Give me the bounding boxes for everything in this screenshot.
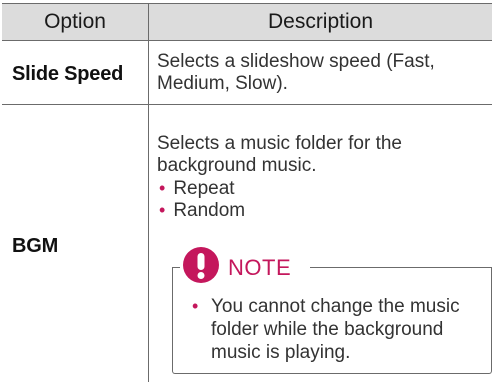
option-bgm: BGM <box>12 235 59 257</box>
note-text: You cannot change the music folder while… <box>211 296 460 363</box>
header-bottom-rule <box>2 40 492 41</box>
note-title: NOTE <box>228 255 292 280</box>
bullet-text: Repeat <box>173 178 235 199</box>
column-divider <box>148 3 149 382</box>
description-slide-speed: Selects a slideshow speed (Fast, Medium,… <box>157 51 435 94</box>
bullet-icon: • <box>159 178 166 198</box>
bullet-icon: • <box>192 296 199 316</box>
list-item: • Random <box>159 199 245 222</box>
header-description: Description <box>267 9 374 33</box>
bullet-icon: • <box>159 200 166 220</box>
note-box-top-rule <box>172 267 180 268</box>
row-divider <box>2 104 492 105</box>
option-slide-speed: Slide Speed <box>12 63 124 85</box>
header-option: Option <box>44 9 106 33</box>
exclamation-circle-icon <box>183 247 219 283</box>
table-top-rule <box>2 3 492 4</box>
list-item: • Repeat <box>159 177 235 200</box>
options-table: Option Description Slide Speed Selects a… <box>2 3 492 382</box>
bullet-text: Random <box>173 200 246 221</box>
note-box-top-rule <box>310 267 491 268</box>
description-bgm: Selects a music folder for the backgroun… <box>157 133 402 176</box>
